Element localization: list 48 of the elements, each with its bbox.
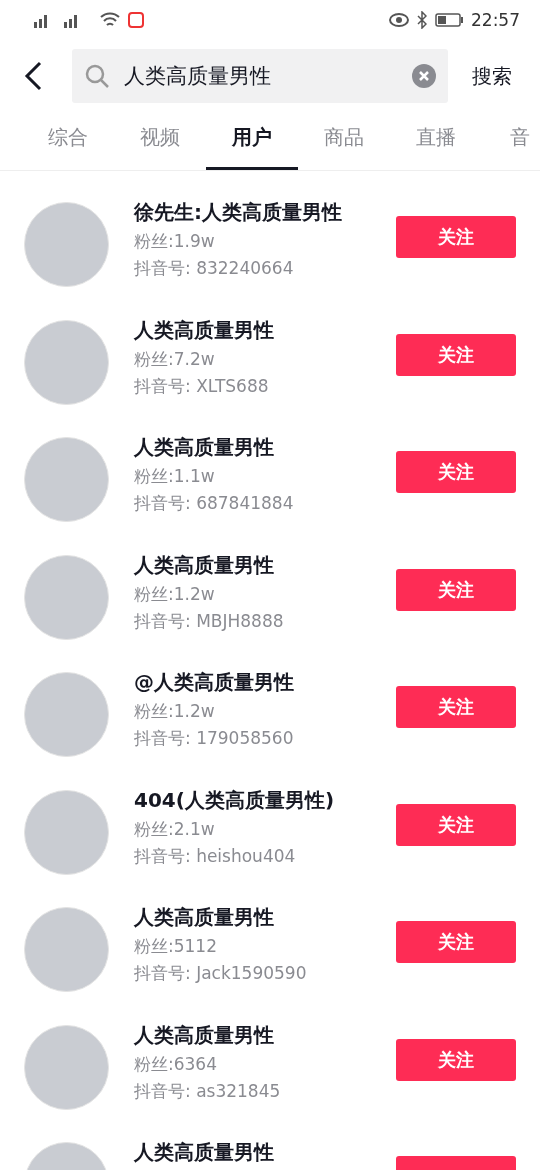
user-name: 人类高质量男性: [134, 434, 275, 461]
user-name: 人类高质量男性: [134, 904, 275, 931]
follow-button[interactable]: 关注: [396, 1038, 516, 1081]
follower-count: 粉丝:1.9w: [134, 230, 216, 253]
search-button[interactable]: 搜索: [472, 62, 512, 90]
follow-button[interactable]: 关注: [396, 803, 516, 846]
follower-count: 粉丝:1.2w: [134, 582, 216, 606]
tab[interactable]: 音: [510, 108, 530, 170]
user-name: 人类高质量男性: [134, 551, 275, 579]
eye-icon: [389, 13, 409, 27]
user-id: 抖音号: XLTS688: [134, 374, 270, 398]
search-field[interactable]: 人类高质量男性: [72, 49, 448, 103]
follower-count: 粉丝:1.2w: [134, 700, 216, 723]
follow-button[interactable]: 关注: [396, 568, 516, 611]
follower-count: 粉丝:7.2w: [134, 347, 216, 371]
tab[interactable]: 直播: [390, 108, 482, 170]
follow-button[interactable]: 关注: [396, 921, 516, 963]
battery-icon: [435, 13, 463, 27]
follower-count: 粉丝:2.1w: [134, 817, 216, 841]
user-id: 抖音号: Jack1590590: [134, 962, 308, 985]
search-icon: [84, 63, 110, 89]
follow-button[interactable]: 关注: [396, 686, 516, 728]
user-name: 404(人类高质量男性): [134, 786, 336, 814]
clear-icon[interactable]: [412, 64, 436, 88]
follower-count: 粉丝:5112: [134, 935, 218, 958]
user-name: 人类高质量男性: [134, 316, 275, 344]
follow-button[interactable]: 关注: [396, 451, 516, 493]
user-name: 人类高质量男性: [134, 1139, 275, 1166]
bluetooth-icon: [417, 11, 427, 29]
status-time: 22:57: [471, 10, 520, 30]
user-id: 抖音号: 832240664: [134, 257, 295, 280]
app-icon: [128, 12, 144, 28]
tab[interactable]: 商品: [298, 108, 390, 170]
user-name: 人类高质量男性: [134, 1021, 275, 1049]
tab[interactable]: 用户: [206, 108, 298, 170]
user-id: 抖音号: MBJH8888: [134, 609, 285, 633]
follower-count: 粉丝:6364: [134, 1052, 218, 1076]
user-name: @人类高质量男性: [134, 669, 295, 696]
user-id: 抖音号: as321845: [134, 1079, 282, 1103]
tab[interactable]: 视频: [114, 108, 206, 170]
user-name: 徐先生:人类高质量男性: [134, 199, 343, 226]
user-id: 抖音号: 687841884: [134, 492, 295, 515]
tab[interactable]: 综合: [22, 108, 114, 170]
user-id: 抖音号: 179058560: [134, 727, 295, 750]
user-id: 抖音号: heishou404: [134, 844, 297, 868]
follow-button[interactable]: 关注: [396, 333, 516, 376]
follower-count: 粉丝:1.1w: [134, 465, 216, 488]
follow-button[interactable]: 关注: [396, 216, 516, 258]
